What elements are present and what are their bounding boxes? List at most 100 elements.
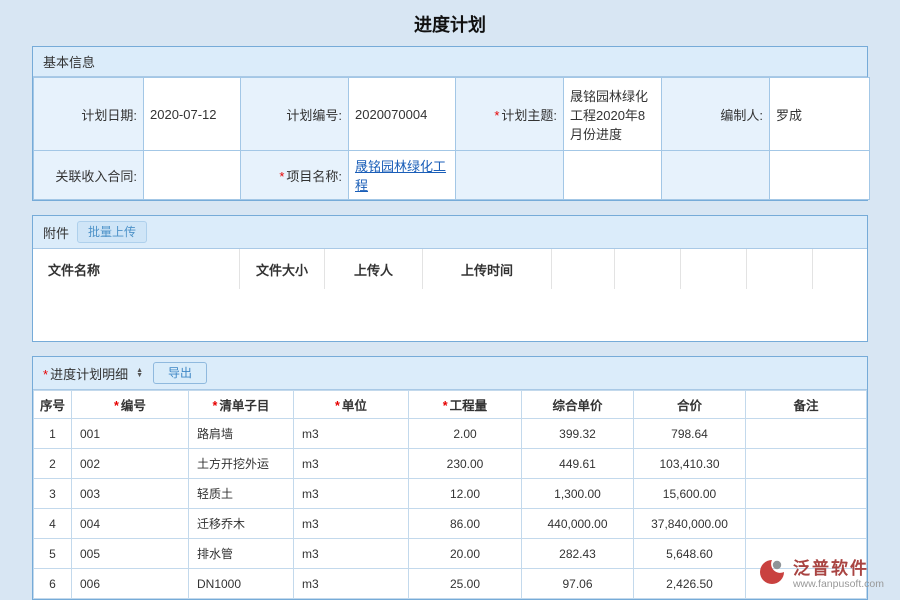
batch-upload-button[interactable]: 批量上传 (77, 221, 147, 243)
author-label-text: 编制人: (720, 108, 763, 123)
detail-cell-unit_price: 399.32 (522, 419, 634, 449)
detail-cell-quantity: 12.00 (409, 479, 522, 509)
plan-no-label: 计划编号: (241, 78, 349, 151)
income-contract-value (144, 151, 241, 200)
column-header-code: *编号 (72, 391, 189, 419)
column-header-index: 序号 (34, 391, 72, 419)
detail-row: 5005排水管m320.00282.435,648.60 (34, 539, 867, 569)
column-header-total_price: 合价 (634, 391, 746, 419)
column-header-unit: *单位 (294, 391, 409, 419)
column-header-file-name: 文件名称 (33, 249, 240, 289)
empty-label-cell (456, 151, 564, 200)
basic-info-header: 基本信息 (33, 47, 867, 77)
column-header-quantity: *工程量 (409, 391, 522, 419)
attachments-header: 附件 批量上传 (33, 216, 867, 249)
required-mark: * (213, 399, 218, 413)
page: 进度计划 基本信息 计划日期: 2020-07-12 计划编号: 2020070… (0, 0, 900, 600)
plan-no-value: 2020070004 (349, 78, 456, 151)
attachments-table-header: 文件名称 文件大小 上传人 上传时间 (33, 249, 867, 289)
empty-label-cell (662, 151, 770, 200)
detail-cell-quantity: 25.00 (409, 569, 522, 599)
details-header: *进度计划明细 ▲▼ 导出 (33, 357, 867, 390)
author-value: 罗成 (770, 78, 870, 151)
column-header-empty (813, 249, 867, 289)
column-header-remark: 备注 (746, 391, 867, 419)
detail-cell-code: 006 (72, 569, 189, 599)
detail-cell-unit_price: 97.06 (522, 569, 634, 599)
basic-info-panel: 基本信息 计划日期: 2020-07-12 计划编号: 2020070004 *… (32, 46, 868, 201)
details-panel: *进度计划明细 ▲▼ 导出 序号*编号*清单子目*单位*工程量综合单价合价备注 … (32, 356, 868, 600)
watermark-text: 泛普软件 www.fanpusoft.com (793, 559, 884, 590)
detail-cell-code: 004 (72, 509, 189, 539)
watermark-brand: 泛普软件 (793, 559, 869, 578)
export-button[interactable]: 导出 (153, 362, 207, 384)
plan-subject-value: 晟铭园林绿化工程2020年8月份进度 (564, 78, 662, 151)
project-name-label-text: 项目名称: (286, 169, 342, 184)
detail-cell-remark (746, 509, 867, 539)
detail-cell-item: 土方开挖外运 (189, 449, 294, 479)
detail-cell-quantity: 86.00 (409, 509, 522, 539)
project-name-label: *项目名称: (241, 151, 349, 200)
required-mark: * (43, 367, 48, 382)
detail-cell-item: DN1000 (189, 569, 294, 599)
detail-cell-quantity: 230.00 (409, 449, 522, 479)
plan-subject-label-text: 计划主题: (501, 108, 557, 123)
column-header-item: *清单子目 (189, 391, 294, 419)
required-mark: * (114, 399, 119, 413)
detail-cell-index: 1 (34, 419, 72, 449)
detail-row: 3003轻质土m312.001,300.0015,600.00 (34, 479, 867, 509)
detail-cell-unit: m3 (294, 419, 409, 449)
detail-cell-item: 轻质土 (189, 479, 294, 509)
detail-cell-total_price: 798.64 (634, 419, 746, 449)
sort-spinner-icon[interactable]: ▲▼ (136, 368, 143, 378)
column-header-upload-time: 上传时间 (423, 249, 552, 289)
detail-cell-quantity: 20.00 (409, 539, 522, 569)
attachments-empty-body (33, 289, 867, 341)
detail-cell-index: 2 (34, 449, 72, 479)
watermark: 泛普软件 www.fanpusoft.com (757, 557, 884, 592)
required-mark: * (279, 169, 284, 184)
detail-cell-code: 002 (72, 449, 189, 479)
detail-row: 6006DN1000m325.0097.062,426.50 (34, 569, 867, 599)
detail-row: 2002土方开挖外运m3230.00449.61103,410.30 (34, 449, 867, 479)
income-contract-label-text: 关联收入合同: (55, 169, 137, 184)
detail-cell-index: 3 (34, 479, 72, 509)
detail-cell-remark (746, 419, 867, 449)
detail-cell-total_price: 2,426.50 (634, 569, 746, 599)
project-name-link[interactable]: 晟铭园林绿化工程 (355, 159, 446, 193)
detail-cell-quantity: 2.00 (409, 419, 522, 449)
detail-cell-unit: m3 (294, 539, 409, 569)
details-title: 进度计划明细 (50, 367, 128, 382)
plan-no-label-text: 计划编号: (286, 108, 342, 123)
detail-cell-unit_price: 449.61 (522, 449, 634, 479)
project-name-value-cell: 晟铭园林绿化工程 (349, 151, 456, 200)
detail-cell-index: 6 (34, 569, 72, 599)
required-mark: * (335, 399, 340, 413)
attachments-panel: 附件 批量上传 文件名称 文件大小 上传人 上传时间 (32, 215, 868, 342)
column-header-file-size: 文件大小 (240, 249, 325, 289)
detail-cell-unit: m3 (294, 479, 409, 509)
detail-cell-unit_price: 1,300.00 (522, 479, 634, 509)
empty-value-cell (770, 151, 870, 200)
detail-cell-code: 005 (72, 539, 189, 569)
income-contract-label: 关联收入合同: (34, 151, 144, 200)
column-header-unit_price: 综合单价 (522, 391, 634, 419)
column-header-empty (681, 249, 747, 289)
fanpu-logo-icon (757, 557, 787, 592)
basic-info-form: 计划日期: 2020-07-12 计划编号: 2020070004 *计划主题:… (33, 77, 870, 200)
plan-date-label-text: 计划日期: (81, 108, 137, 123)
author-label: 编制人: (662, 78, 770, 151)
plan-date-value: 2020-07-12 (144, 78, 241, 151)
details-header-row: 序号*编号*清单子目*单位*工程量综合单价合价备注 (34, 391, 867, 419)
attachments-title: 附件 (43, 223, 69, 242)
detail-cell-item: 迁移乔木 (189, 509, 294, 539)
detail-row: 1001路肩墙m32.00399.32798.64 (34, 419, 867, 449)
watermark-url: www.fanpusoft.com (793, 578, 884, 590)
detail-cell-item: 排水管 (189, 539, 294, 569)
detail-cell-remark (746, 479, 867, 509)
detail-cell-index: 4 (34, 509, 72, 539)
plan-subject-label: *计划主题: (456, 78, 564, 151)
column-header-empty (747, 249, 813, 289)
detail-cell-unit: m3 (294, 569, 409, 599)
page-title: 进度计划 (0, 0, 900, 46)
